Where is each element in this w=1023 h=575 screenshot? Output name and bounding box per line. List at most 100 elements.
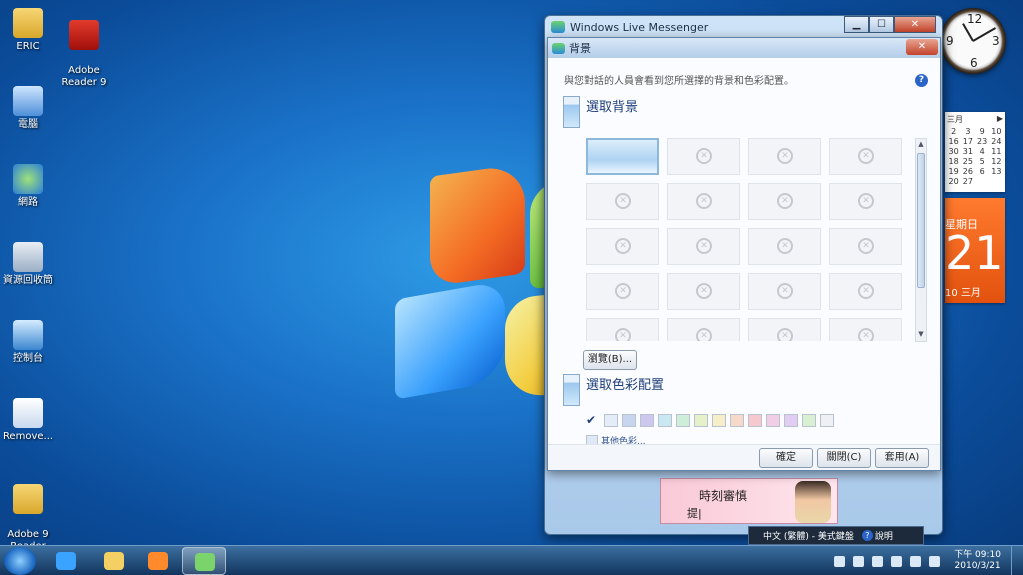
background-thumbnail[interactable]: ✕: [667, 273, 740, 310]
color-swatch[interactable]: [712, 414, 726, 427]
desktop-icon-control-panel[interactable]: 控制台: [0, 320, 56, 365]
start-button[interactable]: [4, 547, 36, 575]
calendar-day[interactable]: 31: [961, 147, 974, 156]
background-thumbnail[interactable]: ✕: [586, 228, 659, 265]
background-thumbnail[interactable]: ✕: [748, 273, 821, 310]
browse-button[interactable]: 瀏覽(B)...: [583, 350, 637, 370]
close-dialog-button[interactable]: 關閉(C): [817, 448, 871, 468]
background-thumbnail[interactable]: ✕: [829, 273, 902, 310]
power-icon[interactable]: [891, 555, 903, 567]
background-thumbnail[interactable]: ✕: [586, 183, 659, 220]
color-swatch[interactable]: [802, 414, 816, 427]
background-thumbnail[interactable]: ✕: [829, 318, 902, 341]
calendar-day[interactable]: 11: [990, 147, 1003, 156]
background-thumbnail[interactable]: ✕: [829, 138, 902, 175]
desktop-icon-adobe-reader[interactable]: Adobe Reader 9: [56, 8, 112, 89]
background-thumbnail[interactable]: ✕: [667, 138, 740, 175]
scroll-down-icon[interactable]: ▼: [917, 330, 925, 340]
next-month-icon[interactable]: ▶: [997, 114, 1003, 125]
calendar-day[interactable]: 12: [990, 157, 1003, 166]
background-thumbnail[interactable]: ✕: [667, 183, 740, 220]
color-swatch[interactable]: [604, 414, 618, 427]
ok-button[interactable]: 確定: [759, 448, 813, 468]
action-center-icon[interactable]: [853, 555, 865, 567]
calendar-day[interactable]: 16: [947, 137, 960, 146]
taskbar-ie[interactable]: [44, 547, 88, 575]
color-swatch[interactable]: [658, 414, 672, 427]
calendar-day[interactable]: 17: [961, 137, 974, 146]
desktop-icon-remove[interactable]: Remove...: [0, 398, 56, 443]
dialog-close-button[interactable]: ✕: [906, 39, 938, 55]
maximize-button[interactable]: ☐: [869, 16, 894, 33]
show-desktop-button[interactable]: [1011, 546, 1023, 575]
calendar-day[interactable]: 19: [947, 167, 960, 176]
calendar-day[interactable]: 18: [947, 157, 960, 166]
color-swatch[interactable]: [820, 414, 834, 427]
taskbar-messenger[interactable]: [182, 547, 226, 575]
desktop-icon-label: Remove...: [2, 431, 54, 442]
calendar-day[interactable]: 23: [976, 137, 989, 146]
ad-input: 提|: [687, 507, 702, 520]
background-thumbnail[interactable]: ✕: [586, 273, 659, 310]
background-thumbnail[interactable]: ✕: [748, 318, 821, 341]
language-bar[interactable]: 中文 (繁體) - 美式鍵盤 ? 說明: [748, 526, 924, 545]
calendar-day[interactable]: 27: [961, 177, 974, 186]
desktop-icon-eric[interactable]: ERIC: [0, 8, 56, 53]
color-swatch[interactable]: [730, 414, 744, 427]
background-thumbnail[interactable]: ✕: [748, 183, 821, 220]
color-swatch[interactable]: [784, 414, 798, 427]
taskbar-media-player[interactable]: [136, 547, 180, 575]
calendar-day[interactable]: 2: [947, 127, 960, 136]
calendar-day[interactable]: 24: [990, 137, 1003, 146]
calendar-day[interactable]: 20: [947, 177, 960, 186]
background-thumbnail[interactable]: ✕: [748, 228, 821, 265]
speaker-icon[interactable]: [929, 555, 941, 567]
background-thumbnail-selected[interactable]: [586, 138, 659, 175]
volume-icon[interactable]: [834, 555, 846, 567]
desktop-icon-network[interactable]: 網路: [0, 164, 56, 209]
color-swatch[interactable]: [622, 414, 636, 427]
background-dialog[interactable]: 背景 ✕ 與您對話的人員會看到您所選擇的背景和色彩配置。 ? 選取背景 ✕ ✕ ✕ ✕…: [547, 37, 941, 471]
calendar-day[interactable]: 9: [976, 127, 989, 136]
calendar-gadget[interactable]: 三月 ▶ 2 3 9 10 16 17 23 24 30 31 4 11 18 25 5 12 19 26 6 13 2…: [945, 112, 1005, 192]
calendar-day[interactable]: 6: [976, 167, 989, 176]
close-button[interactable]: ✕: [894, 16, 936, 33]
calendar-day[interactable]: 13: [990, 167, 1003, 176]
clock-gadget[interactable]: 12 3 9 6: [940, 8, 1006, 74]
calendar-day[interactable]: 26: [961, 167, 974, 176]
desktop-icon-recycle-bin[interactable]: 資源回收筒: [0, 242, 56, 287]
background-thumbnail[interactable]: ✕: [667, 318, 740, 341]
color-swatch[interactable]: [694, 414, 708, 427]
thumbnail-scrollbar[interactable]: ▲ ▼: [915, 138, 927, 342]
calendar-day[interactable]: 25: [961, 157, 974, 166]
minimize-button[interactable]: ▁: [844, 16, 869, 33]
help-icon[interactable]: ?: [915, 74, 928, 87]
taskbar-explorer[interactable]: [92, 547, 136, 575]
langbar-help[interactable]: ? 說明: [861, 529, 893, 542]
tray-clock[interactable]: 下午 09:10 2010/3/21: [954, 550, 1001, 572]
day-gadget[interactable]: 星期日 21 10 三月: [945, 198, 1005, 303]
calendar-day[interactable]: 10: [990, 127, 1003, 136]
ad-banner[interactable]: 時刻審慎 提|: [660, 478, 838, 524]
background-thumbnail[interactable]: ✕: [748, 138, 821, 175]
help-tray-icon[interactable]: [872, 555, 884, 567]
calendar-day[interactable]: 5: [976, 157, 989, 166]
desktop-icon-computer[interactable]: 電腦: [0, 86, 56, 131]
calendar-day[interactable]: 3: [961, 127, 974, 136]
color-swatch[interactable]: [640, 414, 654, 427]
color-swatch[interactable]: [676, 414, 690, 427]
background-thumbnail[interactable]: ✕: [829, 228, 902, 265]
calendar-day[interactable]: 30: [947, 147, 960, 156]
network-signal-icon[interactable]: [910, 555, 922, 567]
apply-button[interactable]: 套用(A): [875, 448, 929, 468]
dialog-titlebar[interactable]: 背景: [548, 38, 940, 58]
calendar-day[interactable]: 4: [976, 147, 989, 156]
color-swatch[interactable]: [748, 414, 762, 427]
ime-label[interactable]: 中文 (繁體) - 美式鍵盤: [763, 529, 854, 542]
scroll-up-icon[interactable]: ▲: [917, 140, 925, 150]
color-swatch[interactable]: [766, 414, 780, 427]
background-thumbnail[interactable]: ✕: [667, 228, 740, 265]
background-thumbnail[interactable]: ✕: [586, 318, 659, 341]
scrollbar-thumb[interactable]: [917, 153, 925, 288]
background-thumbnail[interactable]: ✕: [829, 183, 902, 220]
